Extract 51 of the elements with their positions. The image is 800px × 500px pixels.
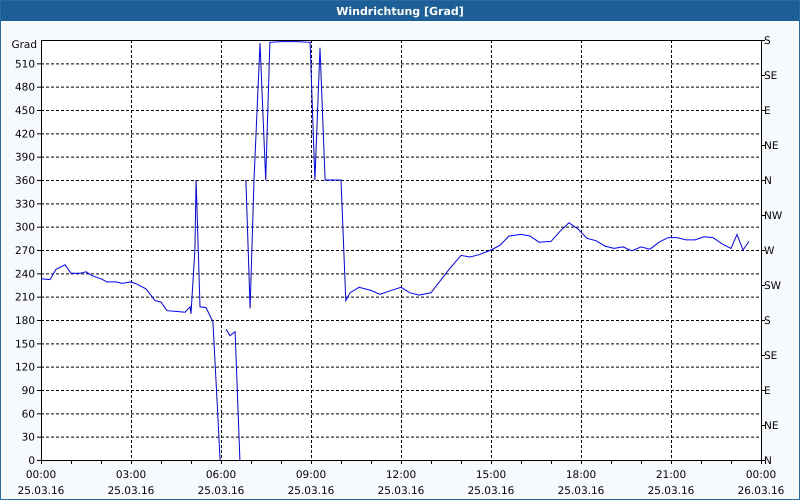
axis-label: 00:00 — [746, 469, 776, 481]
compass-label: SE — [764, 70, 778, 82]
axis-label: 12:00 — [386, 469, 416, 481]
axis-title: Grad — [11, 39, 37, 51]
axis-label: 00:00 — [26, 469, 56, 481]
axis-label: 480 — [14, 82, 35, 94]
date-label: 25.03.16 — [18, 485, 64, 497]
axis-label: 21:00 — [656, 469, 686, 481]
axis-label: 240 — [14, 268, 35, 280]
compass-label: SE — [764, 350, 778, 362]
compass-label: E — [764, 385, 771, 397]
axis-label: 90 — [22, 385, 35, 397]
compass-label: N — [764, 455, 772, 467]
date-label: 25.03.16 — [648, 485, 694, 497]
compass-label: S — [764, 315, 771, 327]
axis-label: 30 — [22, 432, 35, 444]
date-label: 25.03.16 — [558, 485, 604, 497]
axis-label: 60 — [22, 408, 35, 420]
window-title: Windrichtung [Grad] — [336, 4, 464, 18]
axis-label: 0 — [28, 455, 35, 467]
axis-label: 09:00 — [296, 469, 326, 481]
axis-label: 450 — [14, 105, 35, 117]
compass-label: SW — [764, 280, 782, 292]
axis-label: 210 — [14, 292, 35, 304]
axis-label: 270 — [14, 245, 35, 257]
compass-label: NE — [764, 140, 778, 152]
compass-label: NE — [764, 420, 778, 432]
axis-label: 390 — [14, 152, 35, 164]
axis-label: 03:00 — [116, 469, 146, 481]
compass-label: E — [764, 105, 771, 117]
axis-label: 120 — [14, 362, 35, 374]
date-label: 26.03.16 — [738, 485, 784, 497]
compass-label: W — [764, 245, 774, 257]
compass-label: N — [764, 175, 772, 187]
axis-label: 360 — [14, 175, 35, 187]
axis-label: 300 — [14, 222, 35, 234]
axis-label: 510 — [14, 58, 35, 70]
axis-label: 06:00 — [206, 469, 236, 481]
date-label: 25.03.16 — [108, 485, 154, 497]
axis-label: 330 — [14, 198, 35, 210]
axis-label: 15:00 — [476, 469, 506, 481]
date-label: 25.03.16 — [288, 485, 334, 497]
compass-label: NW — [764, 210, 782, 222]
axis-label: 150 — [14, 338, 35, 350]
compass-label: S — [764, 35, 771, 47]
date-label: 25.03.16 — [198, 485, 244, 497]
axis-label: 180 — [14, 315, 35, 327]
axis-label: 18:00 — [566, 469, 596, 481]
date-label: 25.03.16 — [468, 485, 514, 497]
axis-label: 420 — [14, 128, 35, 140]
date-label: 25.03.16 — [378, 485, 424, 497]
